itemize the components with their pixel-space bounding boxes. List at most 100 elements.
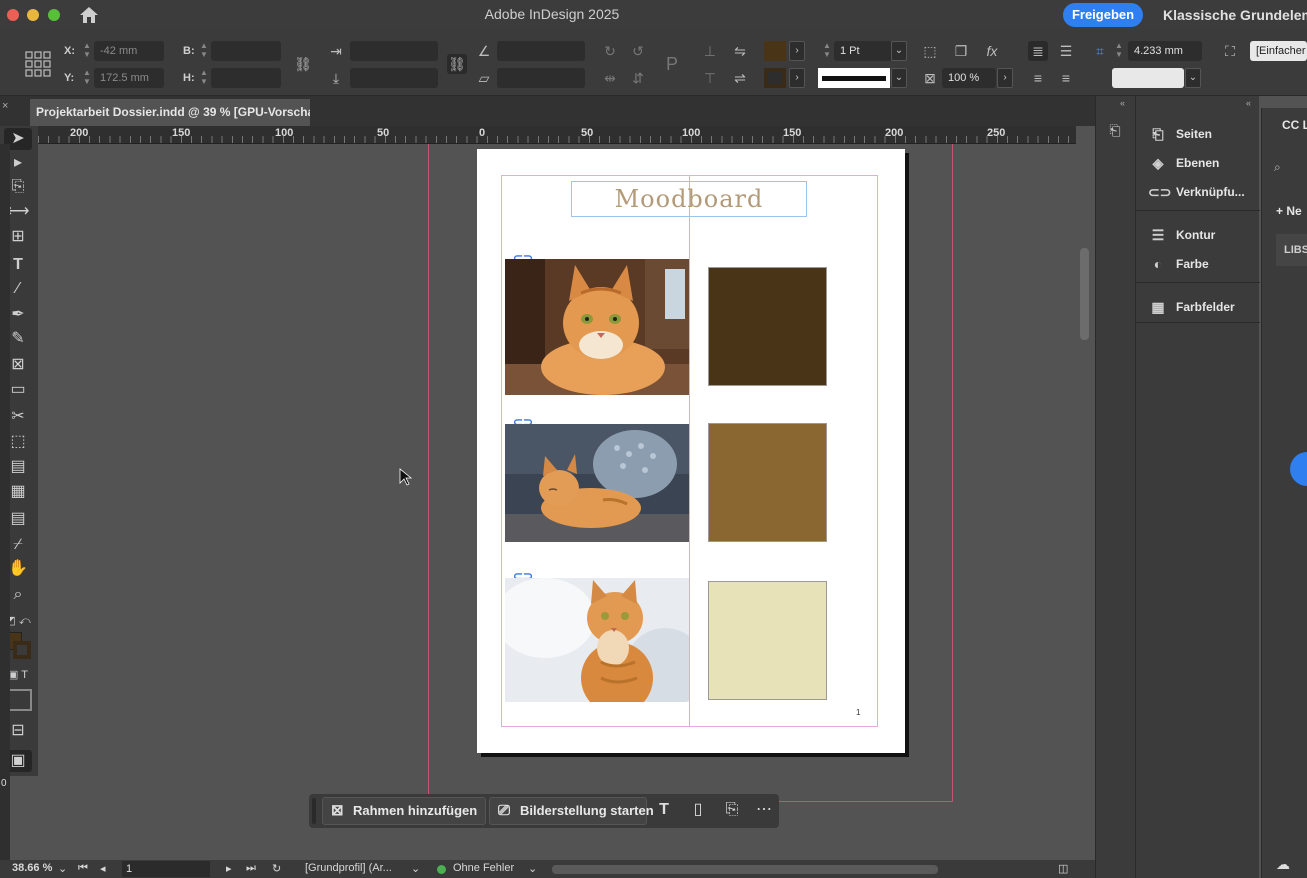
rotate-field[interactable]: [497, 41, 585, 61]
flip-vertical-icon[interactable]: ⇵: [628, 68, 648, 88]
place-icon[interactable]: ⎘: [721, 799, 743, 821]
scale-y-field[interactable]: [350, 68, 438, 88]
zoom-dropdown-icon[interactable]: ⌄: [58, 862, 67, 875]
cat-photo-2[interactable]: [505, 424, 689, 542]
text-wrap-icon[interactable]: ≣: [1028, 41, 1048, 61]
x-field[interactable]: -42 mm: [94, 41, 164, 61]
fill-swatch[interactable]: [764, 41, 786, 61]
select-previous-icon[interactable]: ⇋: [730, 41, 750, 61]
frame-style-field[interactable]: [1112, 68, 1184, 88]
color-swatch-ochre[interactable]: [708, 423, 827, 542]
new-library-button[interactable]: + Ne: [1276, 204, 1302, 218]
select-content-icon[interactable]: ⊤: [700, 68, 720, 88]
drop-shadow-icon[interactable]: ❐: [951, 41, 971, 61]
add-frame-button[interactable]: ⊠ Rahmen hinzufügen: [322, 797, 486, 825]
cloud-icon[interactable]: ☁: [1276, 856, 1290, 873]
split-view-icon[interactable]: ◫: [1058, 862, 1068, 875]
height-field[interactable]: [211, 68, 281, 88]
height-stepper[interactable]: ▲ ▼: [199, 68, 209, 88]
link-scale-icon[interactable]: ⛓: [447, 54, 467, 74]
stroke-swatch[interactable]: [764, 68, 786, 88]
start-image-generation-button[interactable]: ⎚ Bilderstellung starten: [489, 797, 654, 825]
rotate-ccw-icon[interactable]: ↺: [628, 41, 648, 61]
taskbar-drag-handle[interactable]: [312, 798, 316, 824]
profile-dropdown-icon[interactable]: ⌄: [411, 862, 420, 875]
text-icon[interactable]: T: [653, 799, 675, 821]
next-page-icon[interactable]: ▸: [226, 862, 232, 875]
document-page[interactable]: Moodboard ⊂⊃ ⊂⊃ ⊂⊃ 1: [477, 149, 905, 753]
rotate-cw-icon[interactable]: ↻: [600, 41, 620, 61]
stroke-type-preview[interactable]: [818, 68, 890, 88]
stroke-type-dropdown[interactable]: ⌄: [891, 68, 907, 88]
wrap-around-icon[interactable]: ☰: [1056, 41, 1076, 61]
width-field[interactable]: [211, 41, 281, 61]
paragraph-icon[interactable]: P: [662, 54, 682, 74]
wrap-next-column-icon[interactable]: ≡: [1056, 68, 1076, 88]
stroke-menu-button[interactable]: ›: [789, 68, 805, 88]
panel-label: Seiten: [1176, 127, 1213, 141]
zoom-level[interactable]: 38.66 %: [12, 862, 52, 874]
last-page-icon[interactable]: ⏭: [246, 862, 256, 875]
vertical-scroll-thumb[interactable]: [1080, 248, 1089, 340]
panel-links[interactable]: ⊂⊃ Verknüpfu...: [1148, 181, 1245, 203]
pasteboard[interactable]: Moodboard ⊂⊃ ⊂⊃ ⊂⊃ 1: [38, 144, 1076, 860]
refresh-icon[interactable]: ↻: [272, 862, 281, 875]
gap-field[interactable]: 4.233 mm: [1128, 41, 1202, 61]
panel-layers[interactable]: ◈ Ebenen: [1148, 152, 1220, 174]
effects-fx-icon[interactable]: fx: [982, 41, 1002, 61]
reference-point-icon[interactable]: [24, 50, 52, 78]
stroke-weight-stepper[interactable]: ▲ ▼: [822, 41, 832, 61]
more-options-icon[interactable]: ⋯: [753, 799, 775, 821]
color-swatch-dark-brown[interactable]: [708, 267, 827, 386]
expand-panels-icon[interactable]: «: [1246, 98, 1251, 108]
color-swatch-cream[interactable]: [708, 581, 827, 700]
library-item[interactable]: LIBS: [1276, 234, 1307, 266]
scale-x-field[interactable]: [350, 41, 438, 61]
select-next-icon[interactable]: ⇌: [730, 68, 750, 88]
width-stepper[interactable]: ▲ ▼: [199, 41, 209, 61]
y-stepper[interactable]: ▲ ▼: [82, 68, 92, 88]
panel-stroke[interactable]: ☰ Kontur: [1148, 224, 1216, 246]
document-icon[interactable]: ▯: [687, 799, 709, 821]
select-container-icon[interactable]: ⊥: [700, 41, 720, 61]
opacity-field[interactable]: 100 %: [942, 68, 996, 88]
stroke-weight-field[interactable]: 1 Pt: [834, 41, 892, 61]
first-page-icon[interactable]: ⏮: [78, 862, 88, 875]
page-number-field[interactable]: 1: [122, 861, 210, 877]
close-tab-icon[interactable]: ×: [2, 100, 8, 112]
preflight-profile[interactable]: [Grundprofil] (Ar...: [305, 862, 392, 874]
constrain-proportions-icon[interactable]: ⛓: [293, 54, 313, 74]
previous-page-icon[interactable]: ◂: [100, 862, 106, 875]
fill-menu-button[interactable]: ›: [789, 41, 805, 61]
panel-swatches[interactable]: ▦ Farbfelder: [1148, 296, 1234, 318]
panel-color[interactable]: ◐ Farbe: [1148, 253, 1209, 275]
pages-panel-icon[interactable]: ⎗: [1104, 122, 1126, 144]
moodboard-heading[interactable]: Moodboard: [571, 181, 807, 217]
opacity-menu-button[interactable]: ›: [997, 68, 1013, 88]
search-icon[interactable]: ⌕: [1274, 160, 1281, 175]
workspace-switcher[interactable]: Klassische Grundelem: [1163, 7, 1307, 23]
flip-horizontal-icon[interactable]: ⇹: [600, 68, 620, 88]
vertical-scrollbar[interactable]: [1076, 144, 1095, 860]
horizontal-scroll-thumb[interactable]: [552, 865, 938, 874]
cc-action-button[interactable]: [1290, 452, 1307, 486]
frame-fitting-icon[interactable]: ⬚: [920, 41, 940, 61]
stroke-weight-dropdown[interactable]: ⌄: [891, 41, 907, 61]
stroke-color-icon[interactable]: [13, 641, 31, 659]
x-stepper[interactable]: ▲ ▼: [82, 41, 92, 61]
auto-fit-icon[interactable]: ⛶: [1220, 41, 1240, 61]
document-tab[interactable]: Projektarbeit Dossier.indd @ 39 % [GPU-V…: [30, 99, 310, 126]
collapse-panels-icon[interactable]: «: [1120, 98, 1125, 108]
y-field[interactable]: 172.5 mm: [94, 68, 164, 88]
frame-style-dropdown[interactable]: ⌄: [1185, 68, 1201, 88]
wrap-jump-icon[interactable]: ≡: [1028, 68, 1048, 88]
preflight-dropdown-icon[interactable]: ⌄: [528, 862, 537, 875]
preflight-status[interactable]: Ohne Fehler: [453, 862, 514, 874]
cat-photo-1[interactable]: [505, 259, 689, 395]
share-button[interactable]: Freigeben: [1063, 3, 1143, 27]
panel-pages[interactable]: ⎗ Seiten: [1148, 123, 1212, 145]
shear-field[interactable]: [497, 68, 585, 88]
gap-stepper[interactable]: ▲ ▼: [1114, 41, 1124, 61]
object-style-field[interactable]: [Einfacher: [1250, 41, 1307, 61]
cat-photo-3[interactable]: [505, 578, 689, 702]
